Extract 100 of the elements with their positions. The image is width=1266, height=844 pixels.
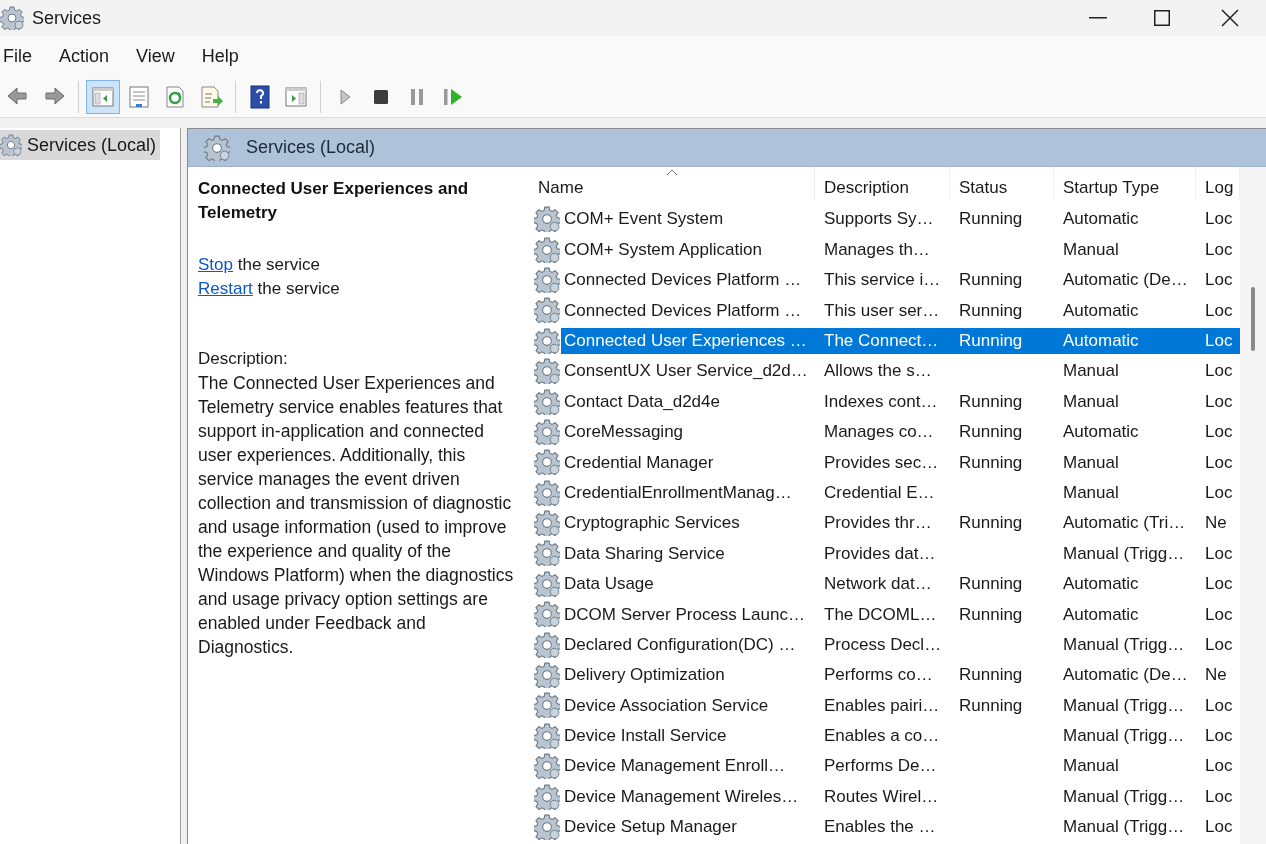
menu-item[interactable]: Help xyxy=(199,42,241,70)
table-cell-text: Cryptographic Services xyxy=(563,512,741,535)
table-row[interactable]: COM+ System Application Manages th… Manual Loc xyxy=(561,236,1240,263)
table-cell: Running xyxy=(959,665,1023,685)
action-link[interactable]: Restart xyxy=(198,279,253,298)
table-cell: Provides sec… xyxy=(824,452,939,472)
table-row[interactable]: Connected Devices Platform … This service i… Running Automatic (De… Loc xyxy=(561,266,1240,293)
table-cell: Automatic xyxy=(1063,604,1139,624)
menu-item[interactable]: View xyxy=(134,42,177,70)
table-cell: Provides dat… xyxy=(824,543,936,563)
gear-icon xyxy=(534,236,560,263)
table-cell-text: ConsentUX User Service_d2d… xyxy=(563,360,809,383)
table-row[interactable]: Contact Data_d2d4e Indexes cont… Running Manual Loc xyxy=(561,388,1240,415)
table-cell: Loc xyxy=(1205,604,1233,624)
gear-icon xyxy=(534,753,560,780)
table-cell: Manual xyxy=(1063,452,1119,472)
table-cell: Routes Wirel… xyxy=(824,786,939,806)
gear-icon xyxy=(534,722,560,749)
table-cell-text: Device Association Service xyxy=(563,694,770,717)
gear-icon xyxy=(534,662,560,689)
table-row[interactable]: DCOM Server Process Launc… The DCOML… Running Automatic Loc xyxy=(561,601,1240,628)
table-cell-text: Device Setup Manager xyxy=(563,816,738,839)
table-cell: Loc xyxy=(1205,574,1233,594)
table-cell: Automatic xyxy=(1063,300,1139,320)
table-cell: Automatic (Tri… xyxy=(1063,513,1186,533)
table-cell-text: CredentialEnrollmentManag… xyxy=(563,481,793,504)
table-cell: Manual (Trigg… xyxy=(1063,634,1185,654)
gear-icon xyxy=(534,570,560,597)
table-row[interactable]: Connected User Experiences … The Connect… Running Automatic Loc xyxy=(561,327,1240,354)
column-header[interactable]: Name xyxy=(538,174,584,200)
table-cell: Network dat… xyxy=(824,574,932,594)
gear-icon xyxy=(0,134,22,156)
table-cell: Loc xyxy=(1205,634,1233,654)
table-cell: Supports Sy… xyxy=(824,209,934,229)
gear-icon xyxy=(534,783,560,810)
table-cell: Automatic xyxy=(1063,422,1139,442)
tree-item[interactable]: Services (Local) xyxy=(0,130,161,160)
table-row[interactable]: Device Association Service Enables pairi… Running Manual (Trigg… Loc xyxy=(561,692,1240,719)
table-cell-text: Data Usage xyxy=(563,573,655,596)
table-row[interactable]: Device Install Service Enables a co… Manual (Trigg… Loc xyxy=(561,722,1240,749)
table-cell: Allows the s… xyxy=(824,361,932,381)
table-cell: Credential E… xyxy=(824,482,935,502)
table-row[interactable]: ConsentUX User Service_d2d… Allows the s… Manual Loc xyxy=(561,358,1240,385)
table-cell: Loc xyxy=(1205,482,1233,502)
table-cell: The DCOML… xyxy=(824,604,937,624)
column-header[interactable]: Startup Type xyxy=(1063,174,1160,200)
table-row[interactable]: Cryptographic Services Provides thr… Running Automatic (Tri… Ne xyxy=(561,510,1240,537)
action-link[interactable]: Stop xyxy=(198,255,233,274)
gear-icon xyxy=(534,449,560,476)
table-cell-text: Data Sharing Service xyxy=(563,542,726,565)
table-cell: Running xyxy=(959,209,1023,229)
column-header[interactable]: Log xyxy=(1205,174,1234,200)
table-cell-text: Device Management Enroll… xyxy=(563,755,787,778)
table-cell: Manual (Trigg… xyxy=(1063,695,1185,715)
column-header[interactable]: Description xyxy=(824,174,910,200)
table-cell: Automatic xyxy=(1063,331,1139,350)
table-cell-text: DCOM Server Process Launc… xyxy=(563,603,806,626)
gear-icon xyxy=(534,814,560,840)
table-row[interactable]: COM+ Event System Supports Sy… Running Automatic Loc xyxy=(561,206,1240,233)
table-row[interactable]: CoreMessaging Manages co… Running Automatic Loc xyxy=(561,418,1240,445)
gear-icon xyxy=(204,134,230,161)
menu-item[interactable]: File xyxy=(1,42,34,70)
table-row[interactable]: Connected Devices Platform … This user ser… Running Automatic Loc xyxy=(561,297,1240,324)
table-row[interactable]: Credential Manager Provides sec… Running Manual Loc xyxy=(561,449,1240,476)
table-row[interactable]: Delivery Optimization Performs co… Running Automatic (De… Ne xyxy=(561,662,1240,689)
table-cell: Loc xyxy=(1205,543,1233,563)
table-cell: Running xyxy=(959,574,1023,594)
table-row[interactable]: Device Setup Manager Enables the … Manual (Trigg… Loc xyxy=(561,814,1240,840)
console-tree-icon[interactable] xyxy=(86,79,120,114)
table-cell: Manages co… xyxy=(824,422,934,442)
menu-item[interactable]: Action xyxy=(57,42,112,70)
scrollbar-thumb[interactable] xyxy=(1251,287,1255,351)
column-header[interactable]: Status xyxy=(959,174,1008,200)
table-cell-text: COM+ System Application xyxy=(563,238,763,261)
table-row[interactable]: CredentialEnrollmentManag… Credential E… Manual Loc xyxy=(561,479,1240,506)
table-cell: Running xyxy=(959,331,1023,350)
gear-icon xyxy=(534,206,560,233)
description-label: Description: xyxy=(198,348,289,370)
scrollbar[interactable] xyxy=(1240,167,1266,844)
gear-icon xyxy=(534,388,560,415)
table-cell: This service i… xyxy=(824,270,941,290)
table-cell: Enables a co… xyxy=(824,726,940,746)
table-cell: Running xyxy=(959,300,1023,320)
table-cell: Enables pairi… xyxy=(824,695,940,715)
table-cell: Manual (Trigg… xyxy=(1063,726,1185,746)
table-cell: Loc xyxy=(1205,270,1233,290)
table-cell-text: Contact Data_d2d4e xyxy=(563,390,721,413)
table-cell: Running xyxy=(959,391,1023,411)
table-cell-text: Declared Configuration(DC) … xyxy=(563,633,797,656)
table-row[interactable]: Device Management Enroll… Performs De… Manual Loc xyxy=(561,753,1240,780)
table-row[interactable]: Data Sharing Service Provides dat… Manual (Trigg… Loc xyxy=(561,540,1240,567)
table-cell: Running xyxy=(959,452,1023,472)
table-row[interactable]: Device Management Wireles… Routes Wirel… Manual (Trigg… Loc xyxy=(561,783,1240,810)
table-cell: Provides thr… xyxy=(824,513,932,533)
table-cell: Loc xyxy=(1205,239,1233,259)
table-cell: Process Decl… xyxy=(824,634,942,654)
table-row[interactable]: Data Usage Network dat… Running Automatic Loc xyxy=(561,570,1240,597)
table-cell: Automatic (De… xyxy=(1063,270,1188,290)
table-row[interactable]: Declared Configuration(DC) … Process Decl… Manual (Trigg… Loc xyxy=(561,631,1240,658)
table-cell-text: Connected User Experiences … xyxy=(563,330,808,352)
